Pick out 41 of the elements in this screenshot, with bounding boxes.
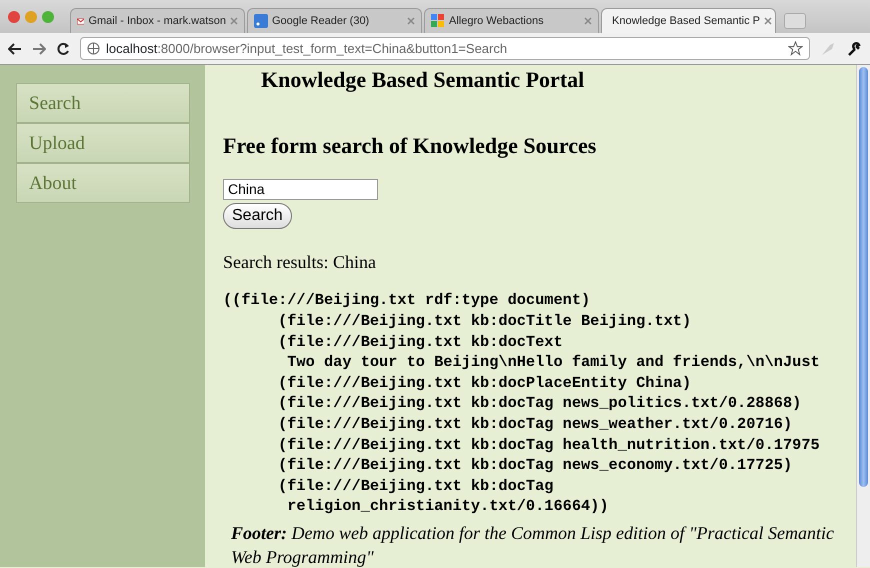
result-line: (file:///Beijing.txt kb:docTag health_nutrition.txt/0.17975	[277, 434, 820, 456]
globe-icon	[87, 42, 100, 55]
browser-tab[interactable]: Google Reader (30)	[247, 8, 422, 33]
window-button[interactable]	[25, 10, 37, 22]
address-bar[interactable]: localhost:8000/browser?input_test_form_text=China&button1=Search	[80, 37, 810, 60]
wrench-icon[interactable]	[846, 40, 862, 56]
results-label: Search results: China	[223, 251, 377, 274]
scrollbar[interactable]	[856, 65, 870, 567]
window-button[interactable]	[8, 10, 20, 22]
sidebar-link[interactable]: About	[16, 163, 190, 203]
result-line: religion_christianity.txt/0.16664))	[286, 496, 609, 517]
browser-tab[interactable]: Gmail - Inbox - mark.watson	[70, 8, 245, 33]
search-button[interactable]: Search	[223, 203, 292, 230]
sidebar-link[interactable]: Search	[16, 83, 190, 123]
mail-icon	[77, 16, 84, 26]
url-text: localhost:8000/browser?input_test_form_text=China&button1=Search	[106, 40, 508, 58]
result-line: (file:///Beijing.txt kb:docTitle Beijing.txt)	[277, 310, 692, 332]
star-icon[interactable]	[788, 41, 803, 56]
result-line: (file:///Beijing.txt kb:docTag news_politics.txt/0.28868)	[277, 393, 802, 414]
footer-text: Footer: Demo web application for the Common Lisp edition of "Practical Semantic Web Programming"	[231, 522, 836, 567]
back-icon[interactable]	[8, 42, 22, 54]
browser-tab[interactable]: Knowledge Based Semantic P	[601, 8, 776, 33]
extension-icon[interactable]	[820, 40, 836, 56]
result-line: (file:///Beijing.txt kb:docTag news_economy.txt/0.17725)	[277, 455, 792, 476]
window-button[interactable]	[42, 10, 54, 22]
result-line: (file:///Beijing.txt kb:docPlaceEntity China)	[277, 372, 692, 394]
page-title: Knowledge Based Semantic Portal	[261, 66, 586, 94]
search-field[interactable]: China	[223, 179, 378, 200]
blocks-icon	[431, 14, 445, 28]
browser-tab[interactable]: Allegro Webactions	[424, 8, 599, 33]
result-line: (file:///Beijing.txt kb:docTag	[277, 476, 554, 496]
result-line: (file:///Beijing.txt kb:docText	[277, 332, 563, 352]
result-line: (file:///Beijing.txt kb:docTag news_weather.txt/0.20716)	[277, 414, 792, 435]
result-line: Two day tour to Beijing\nHello family and friends,\n\nJust	[286, 352, 820, 373]
reload-icon[interactable]	[56, 42, 70, 56]
sidebar-link[interactable]: Upload	[16, 123, 190, 163]
new-tab-button[interactable]	[784, 13, 806, 29]
feed-icon	[254, 14, 268, 28]
forward-icon[interactable]	[32, 42, 46, 54]
section-heading: Free form search of Knowledge Sources	[223, 133, 598, 160]
result-line: ((file:///Beijing.txt rdf:type document)	[223, 290, 590, 311]
